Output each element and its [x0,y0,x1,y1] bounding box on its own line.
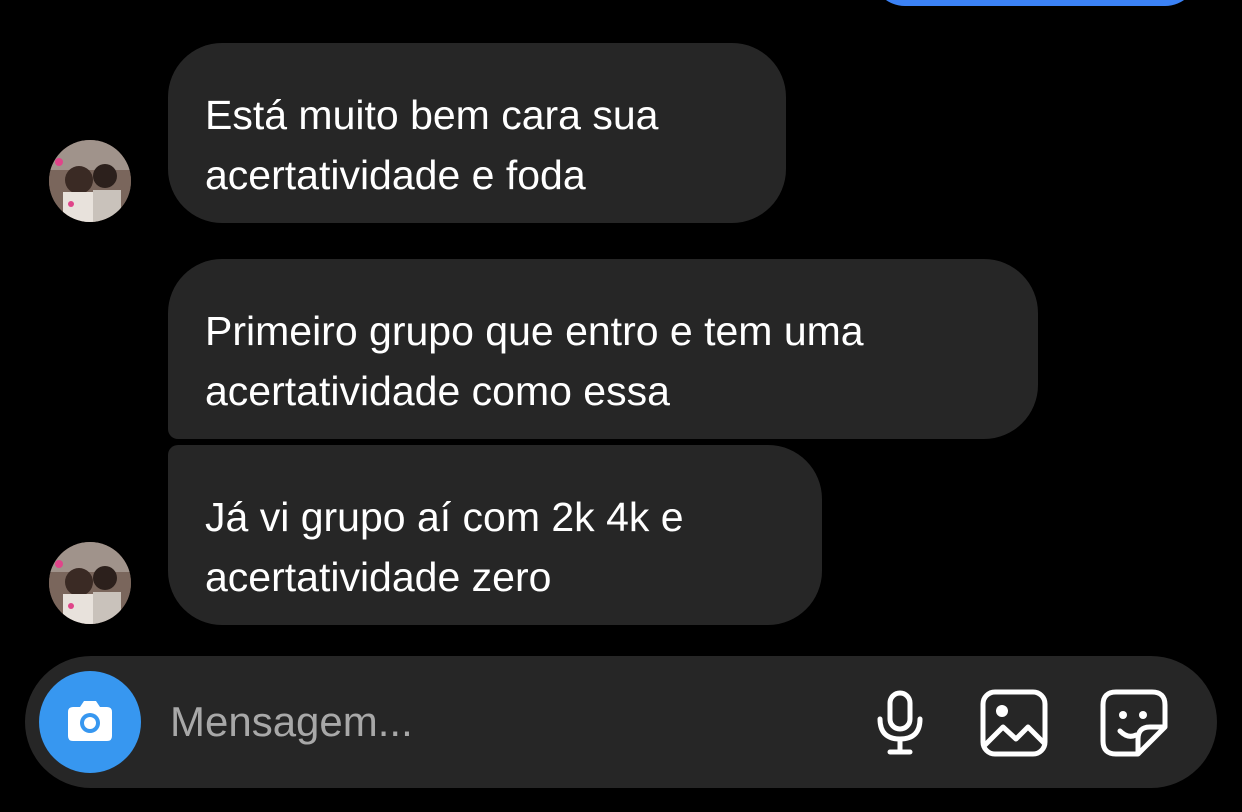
avatar-photo [49,542,131,624]
sticker-button[interactable] [1098,687,1170,759]
microphone-icon [877,690,923,755]
sent-message-bubble-edge[interactable] [872,0,1198,6]
avatar-photo [49,140,131,222]
sender-avatar[interactable] [49,542,131,624]
gallery-icon [980,689,1048,757]
received-message-bubble[interactable]: Está muito bem cara sua acertatividade e… [168,43,786,223]
message-composer [25,656,1217,788]
received-message-bubble[interactable]: Já vi grupo aí com 2k 4k e acertatividad… [168,445,822,625]
message-text-line: acertatividade e foda [205,152,586,198]
message-text-line: acertatividade como essa [205,368,670,414]
gallery-button[interactable] [978,687,1050,759]
camera-button[interactable] [39,671,141,773]
microphone-button[interactable] [864,687,936,759]
message-text-line: Já vi grupo aí com 2k 4k e [205,494,684,540]
message-text-line: Primeiro grupo que entro e tem uma [205,308,864,354]
camera-icon [68,701,112,741]
message-text-line: Está muito bem cara sua [205,92,659,138]
sticker-icon [1100,689,1168,757]
message-text-line: acertatividade zero [205,554,552,600]
sender-avatar[interactable] [49,140,131,222]
received-message-bubble[interactable]: Primeiro grupo que entro e tem uma acert… [168,259,1038,439]
message-input[interactable] [170,682,830,762]
